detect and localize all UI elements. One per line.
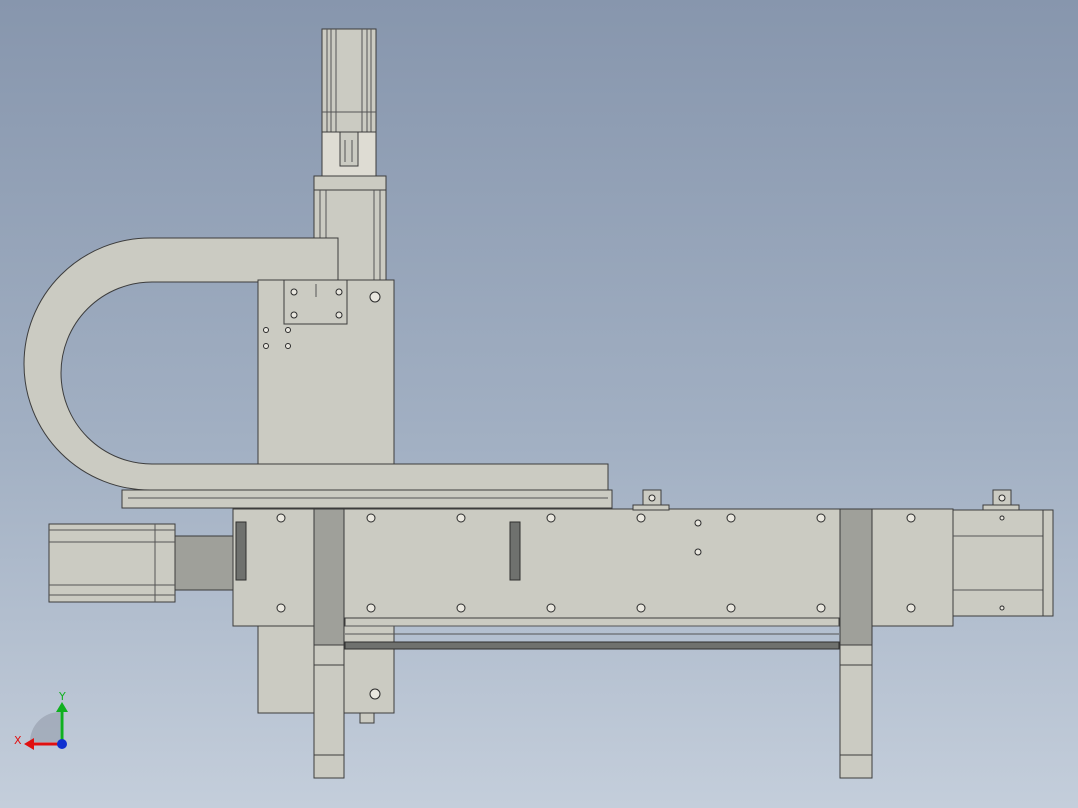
cad-viewport[interactable]: Y X <box>0 0 1078 808</box>
x-axis-label: X <box>14 734 22 747</box>
horizontal-servo-motor[interactable] <box>48 523 236 603</box>
vertical-servo-motor[interactable] <box>321 28 377 177</box>
mounting-bracket-right[interactable] <box>982 489 1020 511</box>
z-axis-dot <box>57 739 67 749</box>
y-axis-label: Y <box>58 690 66 703</box>
support-leg-left[interactable] <box>313 508 345 779</box>
mounting-bracket-left[interactable] <box>632 489 670 511</box>
cad-model-view[interactable]: Y X <box>0 0 1078 808</box>
support-leg-right[interactable] <box>839 508 873 779</box>
z-carriage-plate[interactable] <box>257 279 395 465</box>
orientation-triad: Y X <box>14 690 68 750</box>
beam-end-cap[interactable] <box>952 509 1054 617</box>
